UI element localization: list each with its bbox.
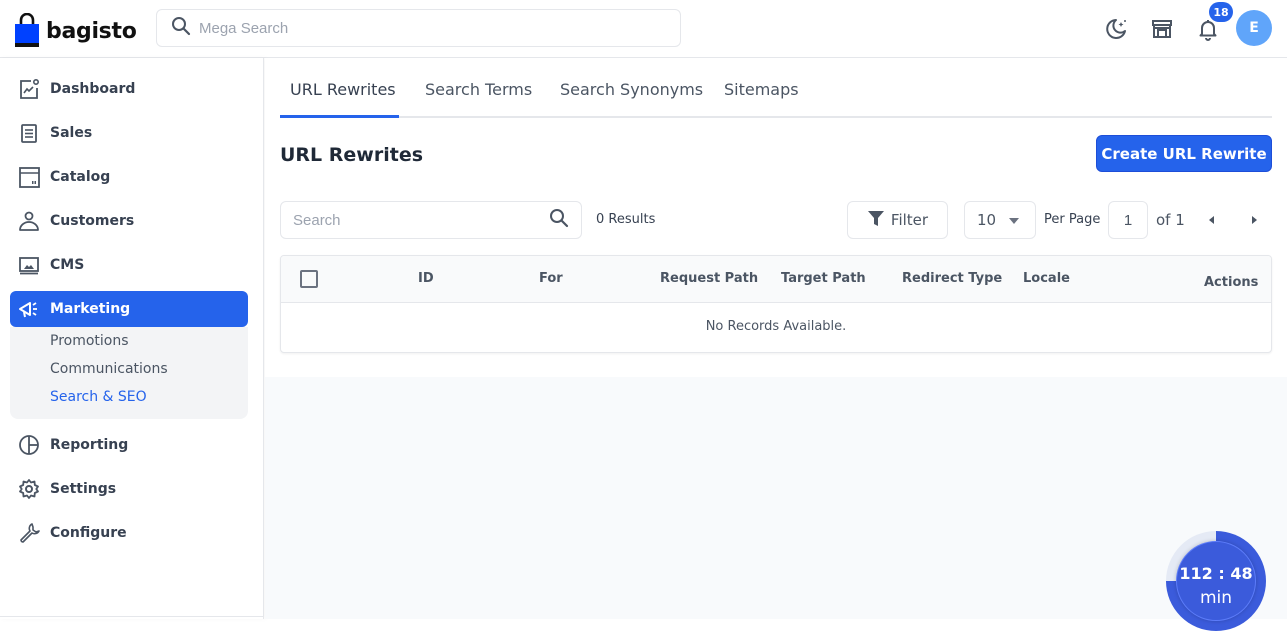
tab-url-rewrites[interactable]: URL Rewrites (290, 80, 396, 99)
table-header: ID For Request Path Target Path Redirect… (281, 256, 1271, 303)
submenu-item-communications[interactable]: Communications (50, 361, 168, 377)
marketing-submenu: Promotions Communications Search & SEO (10, 327, 248, 419)
user-avatar[interactable]: E (1236, 10, 1272, 46)
column-header-redirect-type[interactable]: Redirect Type (902, 271, 1002, 286)
mega-search-input[interactable] (199, 19, 669, 37)
select-all-checkbox[interactable] (300, 270, 318, 288)
tab-search-terms[interactable]: Search Terms (425, 80, 532, 99)
sidebar-item-configure[interactable]: Configure (10, 515, 248, 551)
mega-search-field[interactable] (156, 9, 681, 47)
session-timer: 112 : 48 min (1166, 531, 1266, 631)
column-header-actions: Actions (1204, 275, 1259, 290)
tab-search-synonyms[interactable]: Search Synonyms (560, 80, 703, 99)
filter-icon (867, 209, 885, 231)
timer-face: 112 : 48 min (1176, 541, 1256, 621)
previous-page-icon[interactable] (1205, 213, 1219, 227)
sidebar-item-label: Configure (50, 525, 127, 541)
storefront-icon[interactable] (1149, 16, 1175, 42)
sidebar: Dashboard Sales Catalog Customers CMS Ma… (0, 58, 264, 619)
sidebar-item-label: Settings (50, 481, 117, 497)
per-page-select[interactable]: 10 (964, 201, 1036, 239)
sidebar-item-reporting[interactable]: Reporting (10, 427, 248, 463)
sidebar-item-sales[interactable]: Sales (10, 115, 248, 151)
sidebar-item-cms[interactable]: CMS (10, 247, 248, 283)
sidebar-item-label: Reporting (50, 437, 129, 453)
reporting-icon (18, 434, 40, 456)
sales-icon (18, 122, 40, 144)
datagrid-search-input[interactable] (293, 211, 549, 229)
brand-name: bagisto (46, 19, 137, 44)
column-header-target-path[interactable]: Target Path (781, 271, 866, 286)
column-header-request-path[interactable]: Request Path (660, 271, 758, 286)
sidebar-item-label: Sales (50, 125, 93, 141)
sidebar-item-label: Catalog (50, 169, 111, 185)
sidebar-item-label: CMS (50, 257, 85, 273)
sidebar-item-dashboard[interactable]: Dashboard (10, 71, 248, 107)
sidebar-item-label: Marketing (50, 301, 131, 317)
sidebar-item-label: Dashboard (50, 81, 136, 97)
settings-icon (18, 478, 40, 500)
search-icon (171, 16, 191, 40)
empty-table-message: No Records Available. (705, 319, 847, 334)
sidebar-item-marketing[interactable]: Marketing (10, 291, 248, 327)
datagrid-search-field[interactable] (280, 201, 582, 239)
seo-tabs: URL Rewrites Search Terms Search Synonym… (280, 58, 1272, 118)
results-count: 0 Results (596, 212, 656, 227)
brand-logo[interactable]: bagisto (14, 11, 137, 47)
page-title: URL Rewrites (280, 144, 424, 166)
submenu-item-promotions[interactable]: Promotions (50, 333, 129, 349)
per-page-value: 10 (977, 211, 997, 229)
sidebar-item-catalog[interactable]: Catalog (10, 159, 248, 195)
column-header-locale[interactable]: Locale (1023, 271, 1070, 286)
sidebar-item-label: Customers (50, 213, 135, 229)
active-tab-indicator (280, 115, 399, 118)
submenu-item-search-seo[interactable]: Search & SEO (50, 389, 147, 405)
sidebar-item-customers[interactable]: Customers (10, 203, 248, 239)
filter-button[interactable]: Filter (847, 201, 948, 239)
column-header-id[interactable]: ID (418, 271, 434, 286)
dark-mode-icon[interactable] (1103, 16, 1129, 42)
tab-sitemaps[interactable]: Sitemaps (724, 80, 799, 99)
configure-icon (18, 522, 40, 544)
next-page-icon[interactable] (1247, 213, 1261, 227)
customers-icon (18, 210, 40, 232)
sidebar-item-settings[interactable]: Settings (10, 471, 248, 507)
per-page-label: Per Page (1044, 212, 1101, 227)
dashboard-icon (18, 78, 40, 100)
current-page-input[interactable] (1108, 201, 1148, 239)
timer-unit: min (1199, 588, 1233, 608)
filter-label: Filter (890, 211, 929, 229)
url-rewrites-table: ID For Request Path Target Path Redirect… (280, 255, 1272, 353)
top-header: bagisto 18 E (0, 0, 1287, 58)
bag-logo-icon (14, 12, 40, 47)
main-content: URL Rewrites Search Terms Search Synonym… (265, 58, 1287, 619)
catalog-icon (18, 166, 40, 188)
timer-time: 112 : 48 (1179, 564, 1253, 583)
search-icon[interactable] (549, 208, 569, 232)
cms-icon (18, 254, 40, 276)
column-header-for[interactable]: For (539, 271, 563, 286)
marketing-icon (18, 298, 40, 320)
total-pages: of 1 (1156, 211, 1185, 229)
create-url-rewrite-button[interactable]: Create URL Rewrite (1096, 135, 1272, 172)
caret-down-icon (1009, 218, 1019, 224)
notification-count-badge: 18 (1209, 2, 1233, 22)
